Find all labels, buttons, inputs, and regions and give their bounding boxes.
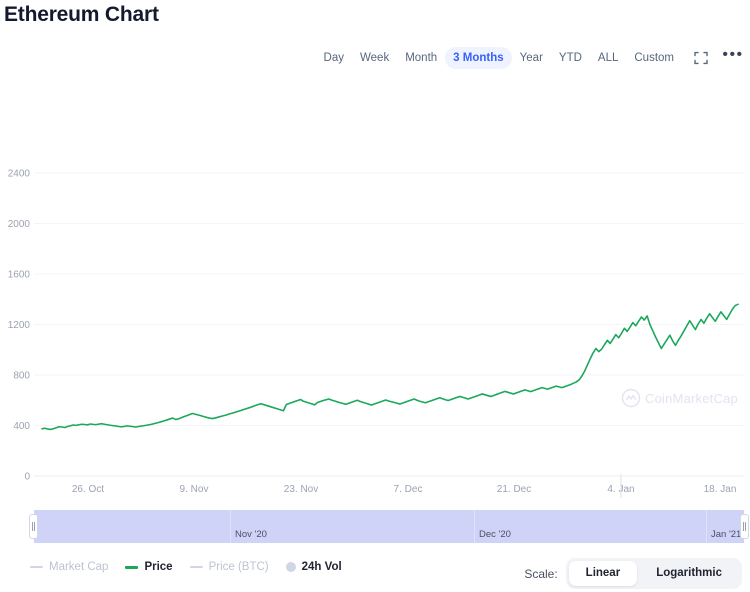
x-axis-tick-label: 18. Jan (704, 484, 737, 495)
fullscreen-icon[interactable] (692, 49, 710, 67)
scale-button-linear[interactable]: Linear (569, 561, 638, 586)
legend-item-market-cap[interactable]: Market Cap (30, 560, 108, 574)
x-axis-tick-label: 23. Nov (284, 484, 318, 495)
coinmarketcap-watermark: CoinMarketCap (623, 390, 738, 407)
range-navigator-divider (706, 510, 707, 543)
legend-line-marker-icon (190, 566, 203, 569)
legend-label: 24h Vol (302, 560, 342, 574)
y-axis-tick-label: 2000 (8, 219, 31, 230)
range-button-3-months[interactable]: 3 Months (445, 47, 511, 69)
x-axis-tick-label: 26. Oct (72, 484, 104, 495)
legend-item-price[interactable]: Price (125, 560, 172, 574)
x-axis-tick-label: 21. Dec (497, 484, 531, 495)
range-button-ytd[interactable]: YTD (551, 47, 590, 69)
legend-item-price-btc[interactable]: Price (BTC) (190, 560, 269, 574)
legend-item-24h-vol[interactable]: 24h Vol (286, 560, 342, 574)
y-axis-tick-label: 1600 (8, 270, 31, 281)
coinmarketcap-logo-icon (623, 390, 640, 407)
range-handle-right[interactable] (740, 514, 749, 539)
y-axis-tick-label: 2400 (8, 169, 31, 180)
price-chart[interactable]: 0 400 800 1200 1600 2000 2400 26. Oct 9. Nov 23.… (0, 78, 750, 498)
more-options-icon[interactable]: ••• (724, 46, 742, 71)
range-navigator-label-jan: Jan '21 (711, 529, 741, 540)
scale-button-logarithmic[interactable]: Logarithmic (639, 561, 739, 586)
range-navigator-label-nov: Nov '20 (235, 529, 267, 540)
legend-line-marker-icon (125, 566, 138, 569)
page-title: Ethereum Chart (4, 2, 159, 28)
y-axis-tick-label: 800 (13, 371, 30, 382)
range-toolbar: Day Week Month 3 Months Year YTD ALL Cus… (316, 46, 742, 70)
y-axis-tick-label: 1200 (8, 320, 31, 331)
chart-y-axis-labels: 0 400 800 1200 1600 2000 2400 (8, 169, 31, 483)
scale-control: Scale: Linear Logarithmic (524, 558, 742, 589)
scale-toggle-group: Linear Logarithmic (566, 558, 742, 589)
range-navigator-band[interactable] (34, 510, 744, 543)
range-button-day[interactable]: Day (316, 47, 352, 69)
range-navigator-divider (230, 510, 231, 543)
x-axis-tick-label: 7. Dec (394, 484, 423, 495)
range-button-week[interactable]: Week (352, 47, 397, 69)
chart-x-axis-labels: 26. Oct9. Nov23. Nov7. Dec21. Dec4. Jan1… (72, 484, 737, 495)
range-button-all[interactable]: ALL (590, 47, 626, 69)
scale-label: Scale: (524, 567, 557, 581)
chart-gridlines (34, 173, 744, 426)
watermark-label: CoinMarketCap (645, 391, 738, 406)
price-line-series (42, 304, 738, 429)
legend-dot-marker-icon (286, 562, 296, 572)
legend-label: Price (BTC) (209, 560, 269, 574)
y-axis-tick-label: 0 (24, 472, 30, 483)
range-button-month[interactable]: Month (397, 47, 445, 69)
chart-svg: 0 400 800 1200 1600 2000 2400 26. Oct 9. Nov 23.… (0, 78, 750, 498)
range-navigator[interactable]: Nov '20 Dec '20 Jan '21 (34, 510, 744, 543)
y-axis-tick-label: 400 (13, 421, 30, 432)
legend-line-marker-icon (30, 566, 43, 569)
chart-legend: Market Cap Price Price (BTC) 24h Vol (30, 560, 342, 574)
range-button-custom[interactable]: Custom (626, 47, 682, 69)
legend-label: Price (144, 560, 172, 574)
range-button-year[interactable]: Year (512, 47, 551, 69)
range-handle-left[interactable] (29, 514, 38, 539)
range-navigator-label-dec: Dec '20 (479, 529, 511, 540)
legend-label: Market Cap (49, 560, 108, 574)
chart-footer: Market Cap Price Price (BTC) 24h Vol Sca… (0, 556, 750, 592)
range-navigator-divider (474, 510, 475, 543)
x-axis-tick-label: 9. Nov (180, 484, 209, 495)
